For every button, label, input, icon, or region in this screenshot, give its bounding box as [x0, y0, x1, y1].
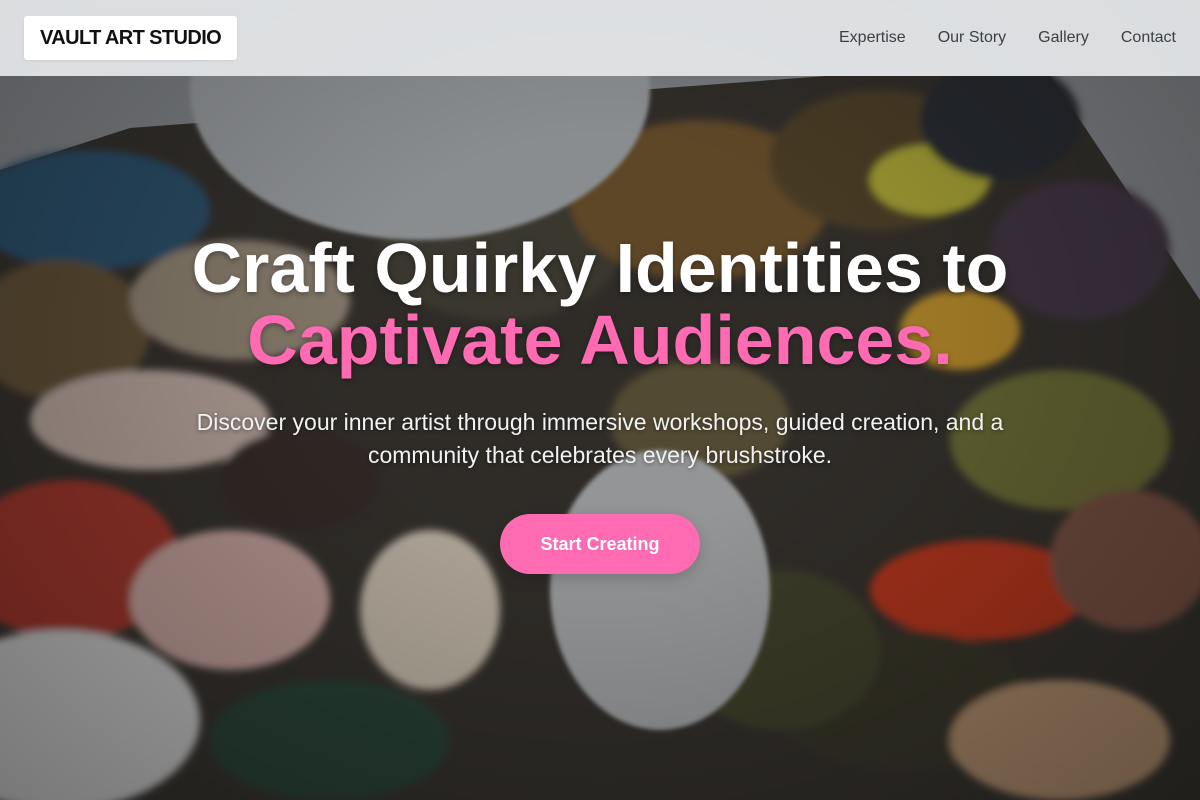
- main-nav: Expertise Our Story Gallery Contact: [839, 29, 1176, 47]
- site-logo[interactable]: VAULT ART STUDIO: [24, 16, 238, 60]
- site-header: VAULT ART STUDIO Expertise Our Story Gal…: [0, 0, 1200, 76]
- hero-headline-line2: Captivate Audiences.: [247, 301, 953, 379]
- nav-link-gallery[interactable]: Gallery: [1038, 29, 1089, 47]
- nav-link-contact[interactable]: Contact: [1121, 29, 1176, 47]
- start-creating-button[interactable]: Start Creating: [500, 514, 700, 574]
- hero-section: Craft Quirky Identities to Captivate Aud…: [0, 232, 1200, 574]
- hero-subtitle: Discover your inner artist through immer…: [196, 409, 1004, 468]
- nav-link-our-story[interactable]: Our Story: [938, 29, 1006, 47]
- nav-link-expertise[interactable]: Expertise: [839, 29, 906, 47]
- landing-page: VAULT ART STUDIO Expertise Our Story Gal…: [0, 0, 1200, 800]
- hero-headline: Craft Quirky Identities to Captivate Aud…: [0, 232, 1200, 376]
- hero-headline-line1: Craft Quirky Identities to: [191, 229, 1009, 307]
